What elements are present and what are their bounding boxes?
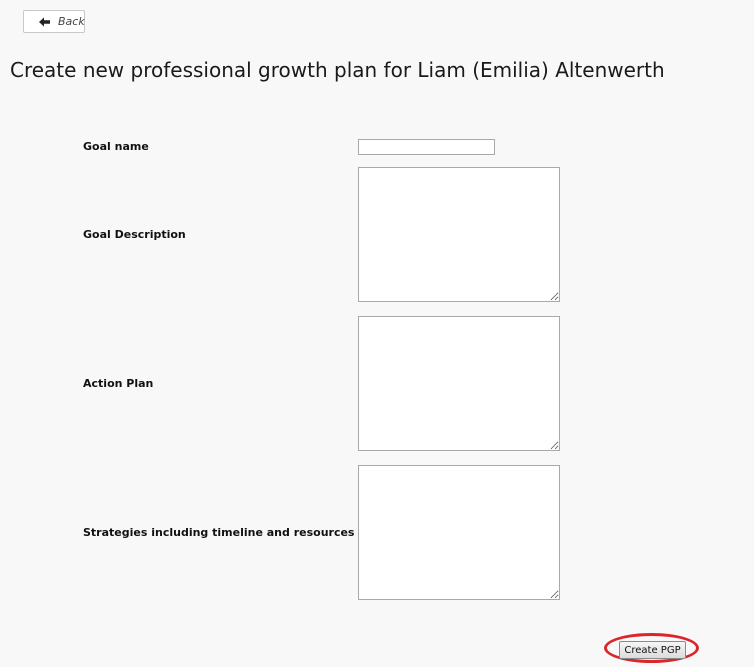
goal-name-input[interactable]	[358, 139, 495, 155]
strategies-label: Strategies including timeline and resour…	[83, 526, 355, 539]
page-title: Create new professional growth plan for …	[10, 58, 665, 82]
arrow-left-icon	[39, 17, 51, 27]
goal-description-textarea[interactable]	[358, 167, 560, 302]
strategies-textarea[interactable]	[358, 465, 560, 600]
back-button-label: Back	[58, 15, 85, 28]
action-plan-textarea[interactable]	[358, 316, 560, 451]
back-button[interactable]: Back	[23, 10, 85, 33]
create-pgp-button[interactable]: Create PGP	[619, 641, 686, 659]
action-plan-label: Action Plan	[83, 377, 154, 390]
goal-name-label: Goal name	[83, 140, 149, 153]
goal-description-label: Goal Description	[83, 228, 186, 241]
